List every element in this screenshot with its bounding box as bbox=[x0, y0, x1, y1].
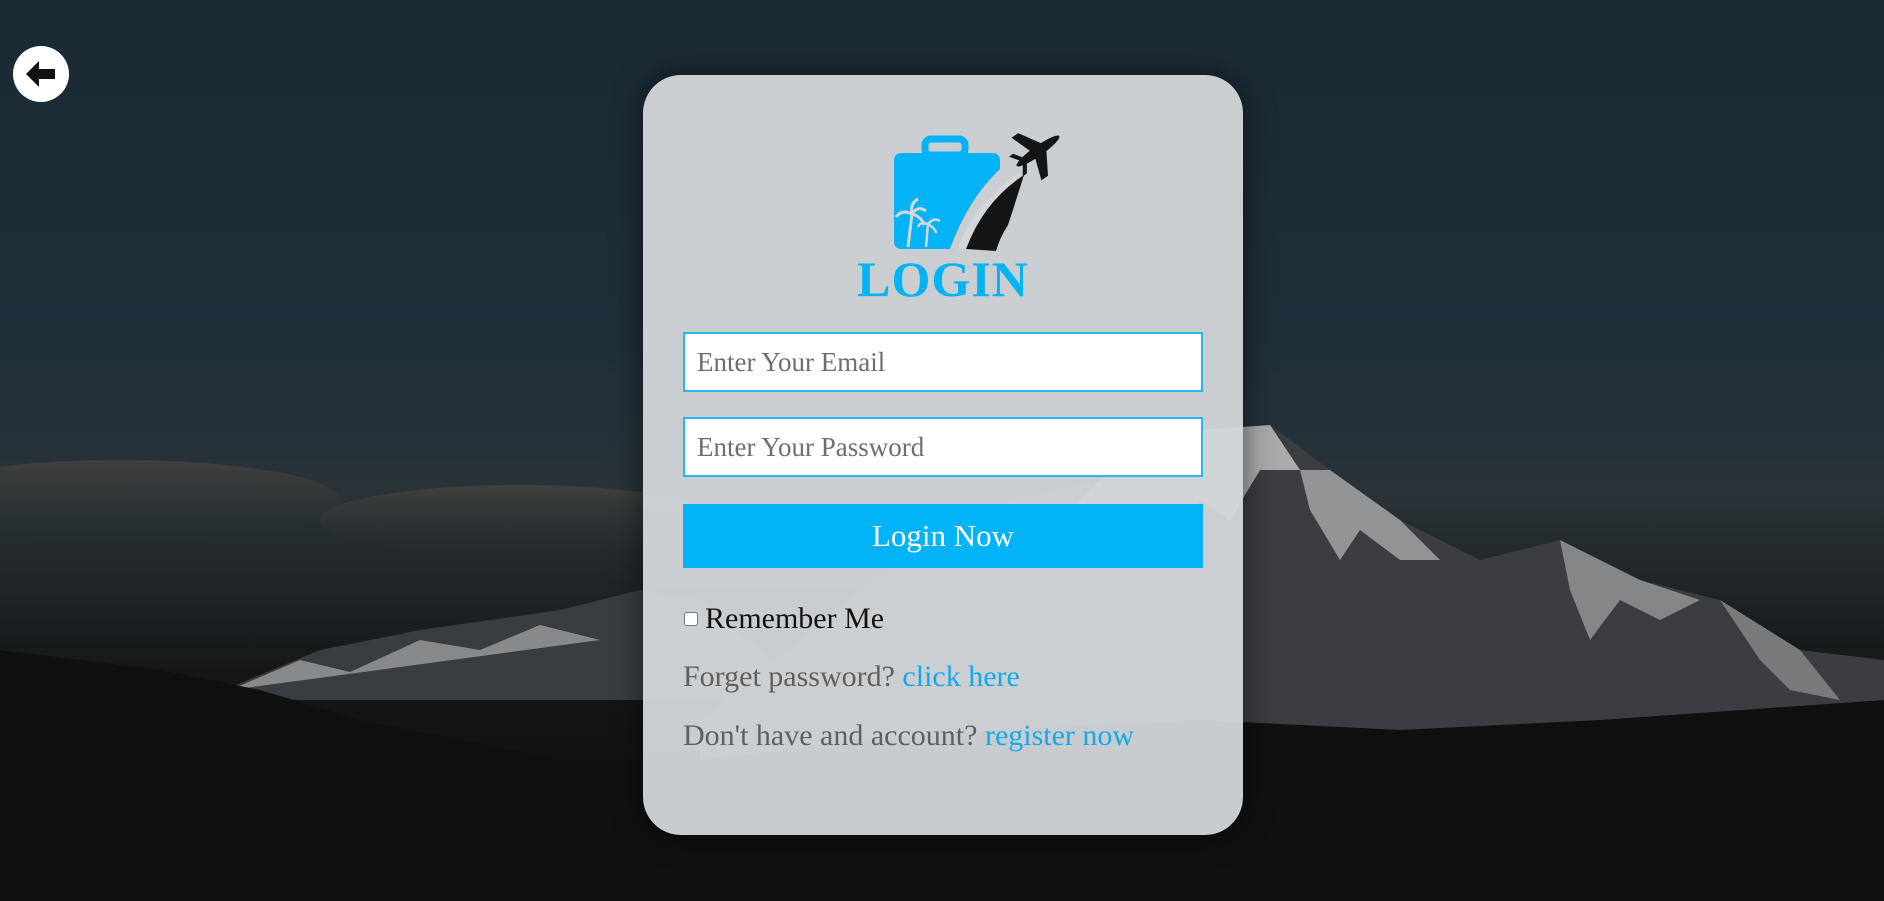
register-line: Don't have and account? register now bbox=[683, 719, 1134, 753]
forgot-password-link[interactable]: click here bbox=[902, 660, 1019, 693]
remember-me: Remember Me bbox=[683, 602, 884, 636]
login-card: LOGIN Login Now Remember Me Forget passw… bbox=[643, 75, 1243, 835]
register-text: Don't have and account? bbox=[683, 719, 978, 752]
remember-me-label: Remember Me bbox=[705, 602, 885, 635]
login-page: LOGIN Login Now Remember Me Forget passw… bbox=[0, 0, 1884, 901]
suitcase-airplane-logo bbox=[894, 133, 1060, 251]
register-link[interactable]: register now bbox=[985, 719, 1134, 752]
remember-me-checkbox[interactable] bbox=[684, 612, 698, 626]
email-field[interactable] bbox=[683, 332, 1203, 392]
forgot-password-line: Forget password? click here bbox=[683, 660, 1020, 694]
back-button[interactable] bbox=[13, 46, 69, 102]
arrow-left-icon bbox=[26, 61, 55, 87]
login-button[interactable]: Login Now bbox=[683, 504, 1203, 568]
password-field[interactable] bbox=[683, 417, 1203, 477]
page-title: LOGIN bbox=[857, 251, 1029, 307]
forgot-password-text: Forget password? bbox=[683, 660, 895, 693]
